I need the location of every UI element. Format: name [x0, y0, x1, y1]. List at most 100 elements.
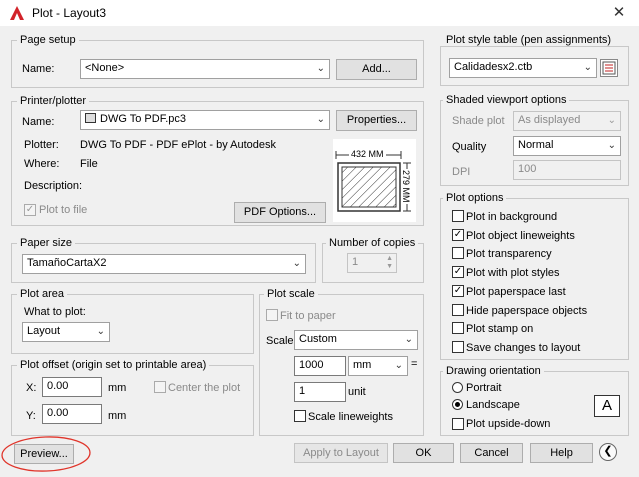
window-title: Plot - Layout3 — [32, 6, 107, 20]
chevron-down-icon: ⌄ — [292, 258, 301, 269]
chevron-down-icon: ⌄ — [583, 62, 592, 73]
what-to-plot-label: What to plot: — [24, 306, 86, 318]
where-label: Where: — [24, 158, 60, 170]
printer-icon — [85, 113, 96, 123]
offset-y-input[interactable]: 0.00 — [42, 404, 102, 424]
description-label: Description: — [24, 180, 83, 192]
chevron-down-icon: ⌄ — [404, 334, 413, 345]
scale-value1-input[interactable]: 1000 — [294, 356, 346, 376]
shaded-label: Shaded viewport options — [443, 94, 570, 106]
portrait-radio[interactable] — [452, 382, 463, 393]
plot-option-label: Plot with plot styles — [466, 267, 560, 280]
quality-label: Quality — [452, 141, 487, 153]
ok-button[interactable]: OK — [393, 443, 454, 463]
style-table-label: Plot style table (pen assignments) — [443, 34, 615, 46]
scale-equals: = — [411, 358, 418, 370]
pdf-options-button[interactable]: PDF Options... — [234, 202, 326, 223]
preview-width-label: 432 MM — [349, 149, 386, 159]
offset-y-label: Y: — [26, 410, 36, 422]
collapse-options-icon[interactable]: ❮ — [599, 443, 617, 461]
offset-x-unit: mm — [108, 382, 127, 394]
plot-option-checkbox[interactable] — [452, 210, 464, 222]
chevron-down-icon: ⌄ — [316, 63, 325, 74]
plot-scale-label: Plot scale — [264, 288, 318, 300]
fit-to-paper-checkbox[interactable] — [266, 309, 278, 321]
scale-lineweights-checkbox[interactable] — [294, 410, 306, 422]
annotation-circle — [0, 434, 93, 474]
center-plot-label: Center the plot — [168, 382, 241, 394]
shade-plot-select[interactable]: As displayed ⌄ — [513, 111, 621, 131]
radio-selected-dot — [455, 402, 460, 407]
center-plot-checkbox[interactable] — [154, 381, 166, 393]
scale-unit2-label: unit — [348, 386, 366, 398]
plot-option-label: Plot paperspace last — [466, 285, 566, 298]
plot-to-file-checkbox[interactable]: ✓ — [24, 204, 36, 216]
upside-down-checkbox[interactable] — [452, 418, 464, 430]
chevron-down-icon: ⌄ — [607, 140, 616, 151]
plot-option-checkbox[interactable] — [452, 340, 464, 353]
chevron-down-icon: ⌄ — [394, 360, 403, 371]
plot-option-checkbox[interactable] — [452, 322, 464, 335]
what-to-plot-select[interactable]: Layout ⌄ — [22, 322, 110, 342]
portrait-label: Portrait — [466, 382, 502, 394]
style-table-select[interactable]: Calidadesx2.ctb ⌄ — [449, 58, 597, 78]
offset-x-label: X: — [26, 382, 37, 394]
page-setup-name-label: Name: — [22, 63, 55, 75]
landscape-label: Landscape — [466, 399, 520, 411]
paper-size-label: Paper size — [17, 237, 75, 249]
plot-option-checkbox[interactable] — [452, 247, 464, 260]
scale-label: Scale: — [266, 335, 297, 347]
plot-option-checkbox[interactable]: ✓ — [452, 266, 464, 279]
chevron-down-icon: ⌄ — [316, 114, 325, 125]
plotter-value: DWG To PDF - PDF ePlot - by Autodesk — [80, 139, 277, 151]
plot-option-checkbox[interactable]: ✓ — [452, 284, 464, 297]
plotter-label: Plotter: — [24, 139, 59, 151]
cancel-button[interactable]: Cancel — [460, 443, 523, 463]
orientation-label: Drawing orientation — [443, 365, 544, 377]
plot-option-label: Plot transparency — [466, 248, 552, 261]
plot-option-label: Save changes to layout — [466, 341, 581, 354]
offset-y-unit: mm — [108, 410, 127, 422]
plot-option-checkbox[interactable] — [452, 303, 464, 316]
printer-label: Printer/plotter — [17, 95, 90, 107]
page-setup-label: Page setup — [17, 34, 79, 46]
landscape-radio[interactable] — [452, 399, 463, 410]
plot-to-file-label: Plot to file — [39, 204, 88, 216]
help-button[interactable]: Help — [530, 443, 593, 463]
scale-value2-input[interactable]: 1 — [294, 382, 346, 402]
add-button[interactable]: Add... — [336, 59, 417, 80]
quality-select[interactable]: Normal ⌄ — [513, 136, 621, 156]
plot-option-label: Plot stamp on — [466, 323, 534, 336]
plot-offset-group — [11, 365, 254, 436]
plot-offset-label: Plot offset (origin set to printable are… — [17, 359, 210, 371]
plot-option-checkbox[interactable]: ✓ — [452, 228, 464, 241]
scale-lineweights-label: Scale lineweights — [308, 411, 393, 423]
chevron-down-icon: ⌄ — [96, 326, 105, 337]
printer-name-select[interactable]: DWG To PDF.pc3 ⌄ — [80, 110, 330, 130]
chevron-down-icon: ⌄ — [607, 115, 616, 126]
apply-to-layout-button[interactable]: Apply to Layout — [294, 443, 388, 463]
plot-options-label: Plot options — [443, 192, 507, 204]
spinner-arrows-icon: ▲ ▼ — [386, 255, 393, 270]
copies-label: Number of copies — [326, 237, 419, 249]
properties-button[interactable]: Properties... — [336, 110, 417, 131]
plot-option-label: Plot in background — [466, 211, 558, 223]
plot-option-label: Plot object lineweights — [466, 229, 575, 242]
autocad-logo-icon — [8, 4, 26, 22]
shade-plot-label: Shade plot — [452, 115, 505, 127]
page-setup-name-select[interactable]: <None> ⌄ — [80, 59, 330, 79]
scale-unit-select[interactable]: mm ⌄ — [348, 356, 408, 376]
close-icon[interactable]: ✕ — [607, 2, 631, 24]
where-value: File — [80, 158, 98, 170]
upside-down-label: Plot upside-down — [466, 418, 551, 430]
offset-x-input[interactable]: 0.00 — [42, 377, 102, 397]
edit-style-table-icon[interactable] — [600, 59, 618, 77]
copies-spinner[interactable]: 1 ▲ ▼ — [347, 253, 397, 273]
paper-preview: 432 MM 279 MM — [333, 139, 416, 222]
paper-size-select[interactable]: TamañoCartaX2 ⌄ — [22, 254, 306, 274]
fit-to-paper-label: Fit to paper — [280, 310, 336, 322]
dpi-input[interactable]: 100 — [513, 160, 621, 180]
orientation-preview-icon: A — [594, 395, 620, 417]
printer-name-label: Name: — [22, 116, 55, 128]
scale-select[interactable]: Custom ⌄ — [294, 330, 418, 350]
